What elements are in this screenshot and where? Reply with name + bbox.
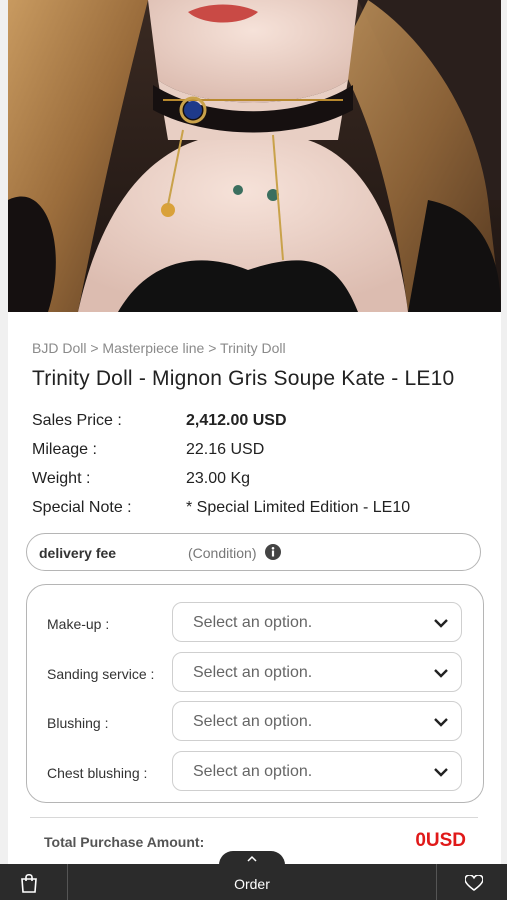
sanding-service-select-value: Select an option.	[193, 664, 313, 681]
chevron-down-icon	[433, 765, 449, 777]
mileage-value: 22.16 USD	[186, 441, 265, 458]
options-box: Make-up : Select an option. Sanding serv…	[26, 584, 484, 803]
special-note-label: Special Note :	[32, 499, 132, 516]
delivery-fee-label: delivery fee	[39, 545, 117, 561]
chevron-down-icon	[433, 616, 449, 628]
bottom-action-bar: Order	[0, 864, 507, 900]
weight-label: Weight :	[32, 470, 91, 487]
sales-price-value: 2,412.00 USD	[186, 412, 287, 429]
sanding-service-select[interactable]: Select an option.	[172, 652, 462, 692]
order-button[interactable]: Order	[68, 864, 436, 900]
makeup-label: Make-up :	[47, 616, 110, 632]
chest-blushing-label: Chest blushing :	[47, 765, 148, 781]
delivery-condition: (Condition)	[188, 545, 257, 561]
chevron-down-icon	[433, 715, 449, 727]
divider	[30, 817, 478, 818]
chevron-down-icon	[433, 666, 449, 678]
sales-price-label: Sales Price :	[32, 412, 122, 429]
blushing-label: Blushing :	[47, 715, 109, 731]
chest-blushing-select[interactable]: Select an option.	[172, 751, 462, 791]
left-frame	[0, 0, 8, 900]
right-frame	[501, 0, 507, 900]
wishlist-button[interactable]	[436, 864, 507, 900]
special-note-value: * Special Limited Edition - LE10	[186, 499, 411, 516]
mileage-label: Mileage :	[32, 441, 97, 458]
sanding-service-label: Sanding service :	[47, 666, 155, 682]
cart-icon	[21, 873, 37, 893]
makeup-select[interactable]: Select an option.	[172, 602, 462, 642]
chevron-up-icon	[247, 855, 257, 862]
delivery-fee-box: delivery fee (Condition)	[26, 533, 481, 571]
product-image	[8, 0, 501, 312]
chest-blushing-select-value: Select an option.	[193, 763, 313, 780]
weight-value: 23.00 Kg	[186, 470, 251, 487]
makeup-select-value: Select an option.	[193, 614, 313, 631]
blushing-select-value: Select an option.	[193, 713, 313, 730]
cart-button[interactable]	[0, 864, 68, 900]
info-icon[interactable]	[265, 544, 281, 560]
order-label: Order	[234, 876, 270, 892]
product-title: Trinity Doll - Mignon Gris Soupe Kate - …	[32, 367, 455, 390]
total-purchase-value: 0USD	[415, 830, 466, 851]
blushing-select[interactable]: Select an option.	[172, 701, 462, 741]
expand-tab[interactable]	[219, 851, 285, 867]
total-purchase-label: Total Purchase Amount:	[44, 834, 205, 850]
product-detail: BJD Doll > Masterpiece line > Trinity Do…	[8, 312, 501, 864]
breadcrumb[interactable]: BJD Doll > Masterpiece line > Trinity Do…	[32, 340, 286, 356]
heart-icon	[465, 875, 483, 891]
